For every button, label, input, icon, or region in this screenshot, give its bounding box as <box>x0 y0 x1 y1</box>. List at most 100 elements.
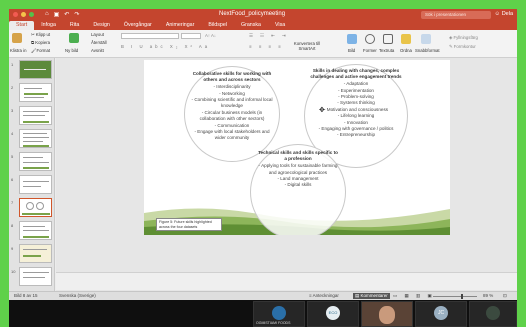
participant-tile[interactable]: OGMISTIAMI FOODS <box>253 301 305 327</box>
thumbnail-slide-6[interactable]: 6 <box>11 175 53 195</box>
participant-tile[interactable] <box>469 301 517 327</box>
textbox-label[interactable]: Textruta <box>379 48 394 53</box>
quick-styles-icon[interactable] <box>421 34 431 44</box>
new-slide-label[interactable]: Ny bild <box>65 48 78 53</box>
thumbnail-preview <box>19 60 52 79</box>
save-icon[interactable]: ▣ <box>54 11 60 18</box>
video-call-strip: OGMISTIAMI FOODS ECO JC <box>9 300 517 327</box>
share-button[interactable]: ☺ Dela <box>495 11 513 17</box>
avatar: ECO <box>326 306 340 320</box>
tab-visa[interactable]: Visa <box>268 21 292 30</box>
status-bar: Bild 8 av 15 Svenska (Sverige) ≡ Anteckn… <box>9 291 517 300</box>
format-painter-button[interactable]: 🖌Format <box>31 48 50 54</box>
maximize-window-button[interactable] <box>29 12 34 17</box>
technical-skills-text: Technical skills and skills specific to … <box>258 150 338 189</box>
arrange-label[interactable]: Ordna <box>400 48 412 53</box>
collab-item: - Combining scientific and informal loca… <box>191 97 273 109</box>
image-label[interactable]: Bild <box>348 48 355 53</box>
thumbnail-slide-9[interactable]: 9 <box>11 244 53 264</box>
avatar: JC <box>434 306 448 320</box>
title-bar: ⌂ ▣ ↶ ↷ NextFood_policymeeting Sök i pre… <box>9 9 517 21</box>
notes-toggle[interactable]: ≡ Anteckningar <box>309 293 339 298</box>
participant-face-avatar <box>379 306 395 324</box>
align-buttons[interactable]: ≡ ≡ ≡ ≡ <box>249 44 284 49</box>
thumbnail-number: 4 <box>11 131 14 136</box>
shape-fill-button[interactable]: ◈ Fyllningsfärg <box>449 35 478 41</box>
new-slide-icon[interactable] <box>69 33 79 43</box>
tab-granska[interactable]: Granska <box>234 21 268 30</box>
avatar <box>486 306 500 320</box>
redo-icon[interactable]: ↷ <box>74 11 79 18</box>
participant-tile[interactable]: JC <box>415 301 467 327</box>
fill-label: Fyllningsfärg <box>453 35 478 40</box>
collab-heading: Collaborative skills for working with ot… <box>192 71 272 82</box>
thumbnail-number: 9 <box>11 246 14 251</box>
tab-design[interactable]: Design <box>86 21 117 30</box>
close-window-button[interactable] <box>13 12 18 17</box>
ribbon-tabs: Start Infoga Rita Design Övergångar Anim… <box>9 21 517 30</box>
image-icon[interactable] <box>347 34 357 44</box>
thumbnail-preview <box>19 244 52 263</box>
fit-to-window-icon[interactable]: ⊡ <box>503 293 507 299</box>
thumbnail-preview-selected <box>19 198 52 217</box>
thumbnail-slide-2[interactable]: 2 <box>11 83 53 103</box>
home-icon[interactable]: ⌂ <box>45 11 49 18</box>
convert-smartart-button[interactable]: Konvertera till SmartArt <box>289 41 325 51</box>
thumbnail-slide-7[interactable]: 7 <box>11 198 53 218</box>
participant-tile[interactable]: ECO <box>307 301 359 327</box>
collab-skills-text: Collaborative skills for working with ot… <box>190 71 274 142</box>
shape-outline-button[interactable]: ✎ Formkontur <box>449 44 476 50</box>
tab-animeringar[interactable]: Animeringar <box>159 21 202 30</box>
cut-button[interactable]: ✂ Klipp ut <box>31 32 50 38</box>
thumbnail-slide-10[interactable]: 10 <box>11 267 53 287</box>
thumbnail-preview <box>19 175 52 194</box>
shapes-label[interactable]: Former <box>363 48 377 53</box>
speaker-notes-pane[interactable] <box>56 272 517 290</box>
section-button[interactable]: Avsnitt <box>91 48 104 53</box>
technical-item: - Digital skills <box>284 182 312 188</box>
undo-icon[interactable]: ↶ <box>64 11 69 18</box>
figure-caption: Figure 5: Future skills highlighted acro… <box>156 218 222 232</box>
shapes-icon[interactable] <box>365 34 375 44</box>
tab-infoga[interactable]: Infoga <box>34 21 63 30</box>
copy-button[interactable]: ⧉ Kopiera <box>31 40 50 45</box>
paste-label[interactable]: Klistra in <box>10 48 26 53</box>
zoom-slider[interactable] <box>433 296 477 297</box>
thumbnail-slide-8[interactable]: 8 <box>11 221 53 241</box>
search-input[interactable]: Sök i presentationen <box>421 11 491 19</box>
outline-label: Formkontur <box>453 44 476 49</box>
thumbnail-number: 7 <box>11 200 14 205</box>
zoom-slider-thumb[interactable] <box>461 294 463 299</box>
participant-video-tile[interactable] <box>361 301 413 327</box>
tab-bildspel[interactable]: Bildspel <box>201 21 234 30</box>
change-skills-text: Skills in dealing with changes, complex … <box>310 68 402 139</box>
comments-toggle[interactable]: ▤ Kommentarer <box>353 293 390 299</box>
thumbnail-slide-1[interactable]: 1 <box>11 60 53 80</box>
text-format-buttons[interactable]: B I U abc X₂ X² Aa <box>121 44 210 49</box>
tab-rita[interactable]: Rita <box>63 21 86 30</box>
language-indicator[interactable]: Svenska (Sverige) <box>59 293 96 298</box>
reset-button[interactable]: Återställ <box>91 40 107 45</box>
tab-start[interactable]: Start <box>9 21 35 30</box>
avatar <box>272 306 286 320</box>
font-family-select[interactable] <box>121 33 179 39</box>
layout-button[interactable]: Layout <box>91 32 104 37</box>
arrange-icon[interactable] <box>401 34 411 44</box>
thumbnail-slide-5[interactable]: 5 <box>11 152 53 172</box>
view-switcher[interactable]: ▭ ▦ ▥ ▣ <box>393 293 435 299</box>
font-grow-shrink[interactable]: A↑ A↓ <box>205 33 216 38</box>
thumbnail-slide-3[interactable]: 3 <box>11 106 53 126</box>
thumbnail-slide-4[interactable]: 4 <box>11 129 53 149</box>
textbox-icon[interactable] <box>383 34 393 44</box>
font-size-select[interactable] <box>181 33 201 39</box>
minimize-window-button[interactable] <box>21 12 26 17</box>
list-buttons[interactable]: ☰ ☷ ⇤ ⇥ <box>249 33 289 39</box>
tab-overgangar[interactable]: Övergångar <box>117 21 159 30</box>
document-title: NextFood_policymeeting <box>219 11 286 17</box>
quick-styles-label[interactable]: Snabbformat <box>415 48 440 53</box>
current-slide[interactable]: Collaborative skills for working with ot… <box>144 60 450 235</box>
zoom-level[interactable]: 89 % <box>483 293 493 298</box>
paste-icon[interactable] <box>12 33 22 43</box>
ribbon-toolbar: Klistra in ✂ Klipp ut ⧉ Kopiera 🖌Format … <box>9 30 517 58</box>
cut-label: Klipp ut <box>35 32 51 37</box>
